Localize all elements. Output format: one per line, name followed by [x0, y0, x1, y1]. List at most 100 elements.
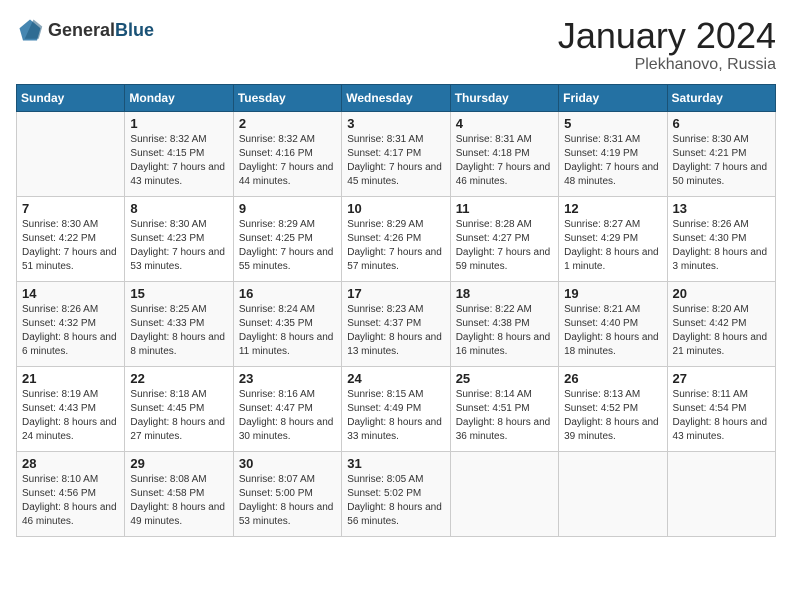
day-number: 8: [130, 201, 227, 216]
weekday-header-monday: Monday: [125, 84, 233, 111]
day-number: 31: [347, 456, 444, 471]
day-info: Sunrise: 8:21 AMSunset: 4:40 PMDaylight:…: [564, 303, 661, 359]
day-info: Sunrise: 8:24 AMSunset: 4:35 PMDaylight:…: [239, 303, 336, 359]
weekday-header-friday: Friday: [559, 84, 667, 111]
day-info: Sunrise: 8:14 AMSunset: 4:51 PMDaylight:…: [456, 388, 553, 444]
calendar-cell: 1Sunrise: 8:32 AMSunset: 4:15 PMDaylight…: [125, 111, 233, 196]
day-number: 21: [22, 371, 119, 386]
calendar-cell: 27Sunrise: 8:11 AMSunset: 4:54 PMDayligh…: [667, 366, 775, 451]
day-info: Sunrise: 8:29 AMSunset: 4:26 PMDaylight:…: [347, 218, 444, 274]
day-number: 20: [673, 286, 770, 301]
logo-text: GeneralBlue: [48, 20, 154, 41]
calendar-cell: 23 Sunrise: 8:16 AMSunset: 4:47 PMDayligh…: [233, 366, 341, 451]
calendar-cell: 11 Sunrise: 8:28 AMSunset: 4:27 PMDayligh…: [450, 196, 558, 281]
calendar-cell: 13Sunrise: 8:26 AMSunset: 4:30 PMDayligh…: [667, 196, 775, 281]
calendar-cell: 17Sunrise: 8:23 AMSunset: 4:37 PMDayligh…: [342, 281, 450, 366]
day-info: Sunrise: 8:27 AMSunset: 4:29 PMDaylight:…: [564, 218, 661, 274]
weekday-header-thursday: Thursday: [450, 84, 558, 111]
calendar-cell: 24 Sunrise: 8:15 AMSunset: 4:49 PMDayligh…: [342, 366, 450, 451]
calendar-cell: 26 Sunrise: 8:13 AMSunset: 4:52 PMDayligh…: [559, 366, 667, 451]
week-row-1: 1Sunrise: 8:32 AMSunset: 4:15 PMDaylight…: [17, 111, 776, 196]
calendar-cell: 31Sunrise: 8:05 AMSunset: 5:02 PMDayligh…: [342, 451, 450, 536]
day-number: 30: [239, 456, 336, 471]
day-number: 6: [673, 116, 770, 131]
day-info: Sunrise: 8:23 AMSunset: 4:37 PMDaylight:…: [347, 303, 444, 359]
calendar-cell: 20 Sunrise: 8:20 AMSunset: 4:42 PMDayligh…: [667, 281, 775, 366]
calendar-cell: [450, 451, 558, 536]
calendar-table: SundayMondayTuesdayWednesdayThursdayFrid…: [16, 84, 776, 537]
day-number: 28: [22, 456, 119, 471]
weekday-header-wednesday: Wednesday: [342, 84, 450, 111]
day-info: Sunrise: 8:30 AMSunset: 4:21 PMDaylight:…: [673, 133, 770, 189]
logo: GeneralBlue: [16, 16, 154, 44]
day-info: Sunrise: 8:30 AMSunset: 4:22 PMDaylight:…: [22, 218, 119, 274]
calendar-cell: 5 Sunrise: 8:31 AMSunset: 4:19 PMDaylight…: [559, 111, 667, 196]
day-info: Sunrise: 8:31 AMSunset: 4:17 PMDaylight:…: [347, 133, 444, 189]
day-number: 5: [564, 116, 661, 131]
day-number: 25: [456, 371, 553, 386]
day-info: Sunrise: 8:30 AMSunset: 4:23 PMDaylight:…: [130, 218, 227, 274]
location-title: Plekhanovo, Russia: [558, 56, 776, 74]
day-info: Sunrise: 8:26 AMSunset: 4:30 PMDaylight:…: [673, 218, 770, 274]
day-number: 19: [564, 286, 661, 301]
page-header: GeneralBlue January 2024 Plekhanovo, Rus…: [16, 16, 776, 74]
calendar-cell: 10 Sunrise: 8:29 AMSunset: 4:26 PMDayligh…: [342, 196, 450, 281]
calendar-cell: 30 Sunrise: 8:07 AMSunset: 5:00 PMDayligh…: [233, 451, 341, 536]
day-number: 7: [22, 201, 119, 216]
day-info: Sunrise: 8:28 AMSunset: 4:27 PMDaylight:…: [456, 218, 553, 274]
calendar-cell: 12Sunrise: 8:27 AMSunset: 4:29 PMDayligh…: [559, 196, 667, 281]
day-info: Sunrise: 8:15 AMSunset: 4:49 PMDaylight:…: [347, 388, 444, 444]
calendar-cell: 8 Sunrise: 8:30 AMSunset: 4:23 PMDaylight…: [125, 196, 233, 281]
weekday-header-saturday: Saturday: [667, 84, 775, 111]
day-number: 29: [130, 456, 227, 471]
day-number: 11: [456, 201, 553, 216]
day-number: 10: [347, 201, 444, 216]
day-number: 26: [564, 371, 661, 386]
day-number: 2: [239, 116, 336, 131]
week-row-3: 14 Sunrise: 8:26 AMSunset: 4:32 PMDayligh…: [17, 281, 776, 366]
calendar-cell: 22Sunrise: 8:18 AMSunset: 4:45 PMDayligh…: [125, 366, 233, 451]
calendar-cell: 7 Sunrise: 8:30 AMSunset: 4:22 PMDaylight…: [17, 196, 125, 281]
calendar-cell: 2 Sunrise: 8:32 AMSunset: 4:16 PMDaylight…: [233, 111, 341, 196]
logo-general: General: [48, 20, 115, 40]
day-info: Sunrise: 8:10 AMSunset: 4:56 PMDaylight:…: [22, 473, 119, 529]
day-number: 1: [130, 116, 227, 131]
day-info: Sunrise: 8:26 AMSunset: 4:32 PMDaylight:…: [22, 303, 119, 359]
day-number: 14: [22, 286, 119, 301]
calendar-cell: 6 Sunrise: 8:30 AMSunset: 4:21 PMDaylight…: [667, 111, 775, 196]
day-info: Sunrise: 8:29 AMSunset: 4:25 PMDaylight:…: [239, 218, 336, 274]
calendar-cell: 28 Sunrise: 8:10 AMSunset: 4:56 PMDayligh…: [17, 451, 125, 536]
day-number: 23: [239, 371, 336, 386]
day-number: 18: [456, 286, 553, 301]
month-title: January 2024: [558, 16, 776, 56]
logo-icon: [16, 16, 44, 44]
calendar-cell: [559, 451, 667, 536]
day-number: 3: [347, 116, 444, 131]
week-row-4: 21Sunrise: 8:19 AMSunset: 4:43 PMDayligh…: [17, 366, 776, 451]
calendar-cell: 18Sunrise: 8:22 AMSunset: 4:38 PMDayligh…: [450, 281, 558, 366]
weekday-header-row: SundayMondayTuesdayWednesdayThursdayFrid…: [17, 84, 776, 111]
calendar-cell: 3 Sunrise: 8:31 AMSunset: 4:17 PMDaylight…: [342, 111, 450, 196]
day-number: 24: [347, 371, 444, 386]
calendar-cell: 4Sunrise: 8:31 AMSunset: 4:18 PMDaylight…: [450, 111, 558, 196]
day-info: Sunrise: 8:20 AMSunset: 4:42 PMDaylight:…: [673, 303, 770, 359]
day-number: 27: [673, 371, 770, 386]
calendar-cell: 19 Sunrise: 8:21 AMSunset: 4:40 PMDayligh…: [559, 281, 667, 366]
day-number: 16: [239, 286, 336, 301]
day-info: Sunrise: 8:16 AMSunset: 4:47 PMDaylight:…: [239, 388, 336, 444]
title-block: January 2024 Plekhanovo, Russia: [558, 16, 776, 74]
day-info: Sunrise: 8:32 AMSunset: 4:16 PMDaylight:…: [239, 133, 336, 189]
calendar-cell: 15Sunrise: 8:25 AMSunset: 4:33 PMDayligh…: [125, 281, 233, 366]
day-number: 9: [239, 201, 336, 216]
calendar-cell: 21Sunrise: 8:19 AMSunset: 4:43 PMDayligh…: [17, 366, 125, 451]
day-info: Sunrise: 8:13 AMSunset: 4:52 PMDaylight:…: [564, 388, 661, 444]
calendar-cell: 9 Sunrise: 8:29 AMSunset: 4:25 PMDaylight…: [233, 196, 341, 281]
logo-blue: Blue: [115, 20, 154, 40]
day-info: Sunrise: 8:07 AMSunset: 5:00 PMDaylight:…: [239, 473, 336, 529]
day-number: 4: [456, 116, 553, 131]
day-number: 22: [130, 371, 227, 386]
calendar-cell: 25 Sunrise: 8:14 AMSunset: 4:51 PMDayligh…: [450, 366, 558, 451]
week-row-5: 28 Sunrise: 8:10 AMSunset: 4:56 PMDayligh…: [17, 451, 776, 536]
day-info: Sunrise: 8:31 AMSunset: 4:19 PMDaylight:…: [564, 133, 661, 189]
calendar-cell: [17, 111, 125, 196]
